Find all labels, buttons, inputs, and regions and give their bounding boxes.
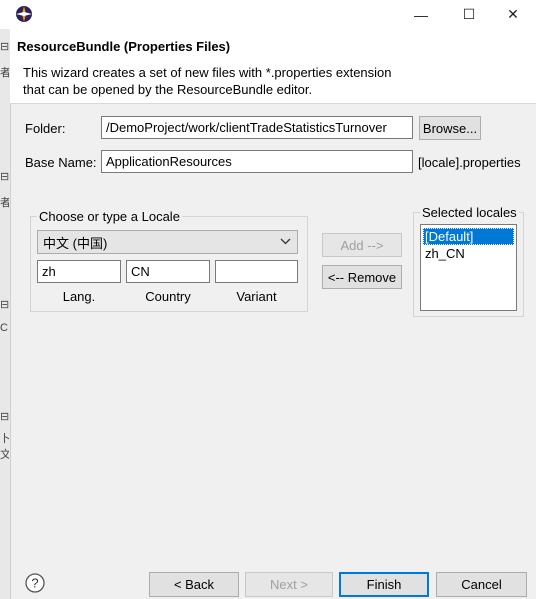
- next-button[interactable]: Next >: [245, 572, 333, 597]
- lang-label: Lang.: [62, 289, 96, 304]
- collapse-icon: ⊟: [0, 171, 9, 183]
- add-locale-button[interactable]: Add -->: [322, 233, 402, 257]
- back-button[interactable]: < Back: [149, 572, 239, 597]
- basename-input[interactable]: ApplicationResources: [101, 150, 413, 173]
- collapse-icon: ⊟: [0, 411, 9, 423]
- selected-locales-list[interactable]: [Default] zh_CN: [420, 224, 517, 311]
- country-input[interactable]: CN: [126, 260, 210, 283]
- eclipse-icon: [16, 6, 32, 22]
- background-text: 者: [0, 67, 9, 79]
- basename-label: Base Name:: [25, 155, 97, 170]
- close-icon: ✕: [507, 6, 519, 22]
- background-window-edge: ⊟ 者 ⊟ 者 ⊟ C ⊟ 卜文: [0, 29, 11, 599]
- locale-dropdown-value: 中文 (中国): [43, 235, 108, 251]
- maximize-icon: ☐: [462, 6, 476, 22]
- finish-button[interactable]: Finish: [339, 572, 429, 597]
- minimize-icon: —: [414, 6, 428, 23]
- collapse-icon: ⊟: [0, 41, 9, 53]
- svg-text:?: ?: [31, 576, 38, 591]
- wizard-header: ResourceBundle (Properties Files) This w…: [10, 29, 536, 104]
- list-item[interactable]: zh_CN: [423, 245, 514, 262]
- locale-group-title: Choose or type a Locale: [37, 209, 182, 224]
- basename-suffix: [locale].properties: [418, 155, 521, 170]
- remove-locale-button[interactable]: <-- Remove: [322, 265, 402, 289]
- background-text: 者: [0, 197, 9, 209]
- wizard-title: ResourceBundle (Properties Files): [17, 39, 231, 54]
- selected-locales-title: Selected locales: [420, 205, 519, 220]
- wizard-description: This wizard creates a set of new files w…: [23, 65, 392, 97]
- background-text: 卜文: [0, 433, 9, 461]
- chevron-down-icon: [280, 238, 291, 245]
- background-text: C: [0, 322, 8, 334]
- variant-label: Variant: [236, 289, 277, 304]
- collapse-icon: ⊟: [0, 299, 9, 311]
- lang-input[interactable]: zh: [37, 260, 121, 283]
- help-icon[interactable]: ?: [25, 573, 45, 593]
- country-label: Country: [145, 289, 191, 304]
- browse-button[interactable]: Browse...: [419, 116, 481, 140]
- minimize-button[interactable]: —: [398, 0, 444, 29]
- folder-label: Folder:: [25, 121, 66, 136]
- cancel-button[interactable]: Cancel: [436, 572, 527, 597]
- title-bar: — ☐ ✕: [0, 0, 536, 29]
- folder-input[interactable]: /DemoProject/work/clientTradeStatisticsT…: [101, 116, 413, 139]
- locale-dropdown[interactable]: 中文 (中国): [37, 230, 298, 254]
- list-item[interactable]: [Default]: [423, 228, 514, 245]
- variant-input[interactable]: [215, 260, 298, 283]
- close-button[interactable]: ✕: [490, 0, 536, 29]
- maximize-button[interactable]: ☐: [446, 0, 492, 29]
